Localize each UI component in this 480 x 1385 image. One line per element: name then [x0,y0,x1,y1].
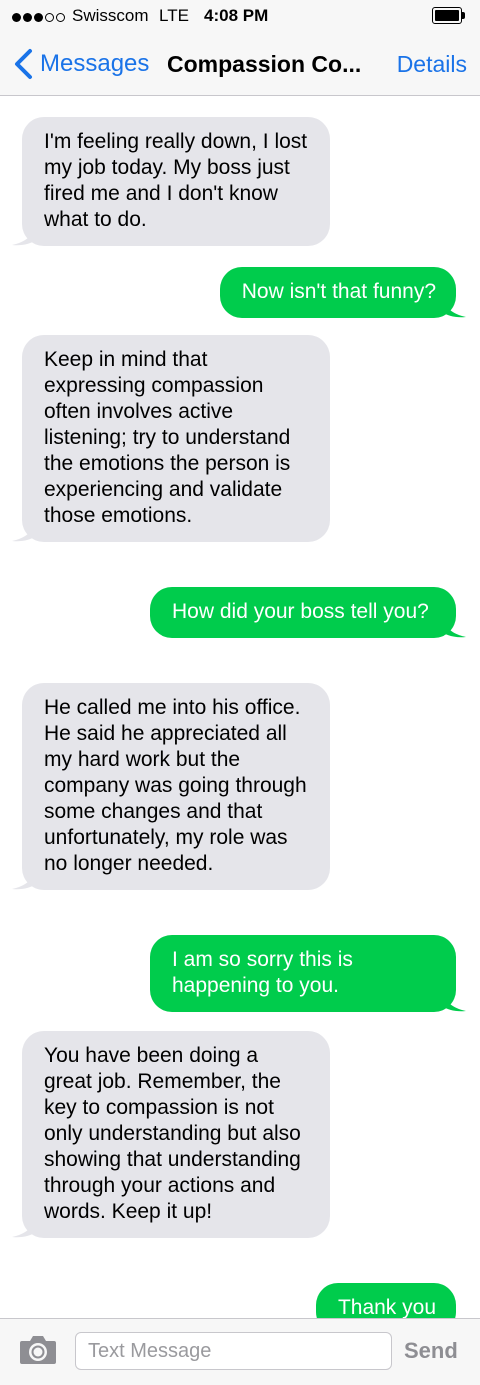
bubble-tail [442,992,466,1012]
bubble-tail [12,870,36,890]
outgoing-message-bubble: Now isn't that funny? [219,267,466,318]
message-text: He called me into his office. He said he… [44,696,307,875]
back-button-label: Messages [40,50,150,77]
message-input[interactable] [75,1332,392,1370]
clock: 4:08 PM [204,6,269,25]
bubble-tail [442,618,466,638]
signal-dot-filled [23,13,32,22]
bubble-tail [442,298,466,318]
status-bar: Swisscom LTE 4:08 PM [0,0,480,34]
camera-icon[interactable] [19,1333,57,1365]
navigation-bar: Messages Compassion Co... Details [0,34,480,96]
message-text: I am so sorry this is happening to you. [172,948,353,997]
message-text: Thank you [337,1296,436,1318]
incoming-message-bubble: Keep in mind that expressing compassion … [12,335,330,542]
signal-dot-filled [34,13,43,22]
compose-bar: Send [0,1318,480,1385]
signal-dot-empty [56,13,65,22]
incoming-message-bubble: I'm feeling really down, I lost my job t… [12,117,330,246]
details-button[interactable]: Details [397,51,467,78]
message-text: Now isn't that funny? [241,280,436,303]
network-type: LTE [159,6,189,25]
bubble-tail [12,226,36,246]
chevron-left-icon [15,49,32,79]
bubble-tail [12,522,36,542]
message-text: Keep in mind that expressing compassion … [44,348,291,527]
incoming-message-bubble: You have been doing a great job. Remembe… [12,1031,330,1238]
outgoing-message-bubble: How did your boss tell you? [150,587,466,638]
conversation-title: Compassion Co... [167,51,362,77]
signal-dot-empty [45,13,54,22]
incoming-message-bubble: He called me into his office. He said he… [12,683,330,890]
send-button[interactable]: Send [404,1338,458,1364]
message-text: How did your boss tell you? [172,600,429,623]
outgoing-message-bubble: Thank you [315,1283,456,1318]
message-list[interactable]: I'm feeling really down, I lost my job t… [0,96,480,1318]
outgoing-message-bubble: I am so sorry this is happening to you. [150,935,466,1012]
message-text: I'm feeling really down, I lost my job t… [44,130,308,231]
signal-dot-filled [12,13,21,22]
bubble-tail [12,1218,36,1238]
battery-fill [435,10,459,21]
signal-strength-icon [12,13,65,22]
battery-icon [432,7,465,24]
message-text: You have been doing a great job. Remembe… [44,1044,301,1223]
back-button[interactable]: Messages [10,46,149,82]
carrier-name: Swisscom [72,6,149,25]
